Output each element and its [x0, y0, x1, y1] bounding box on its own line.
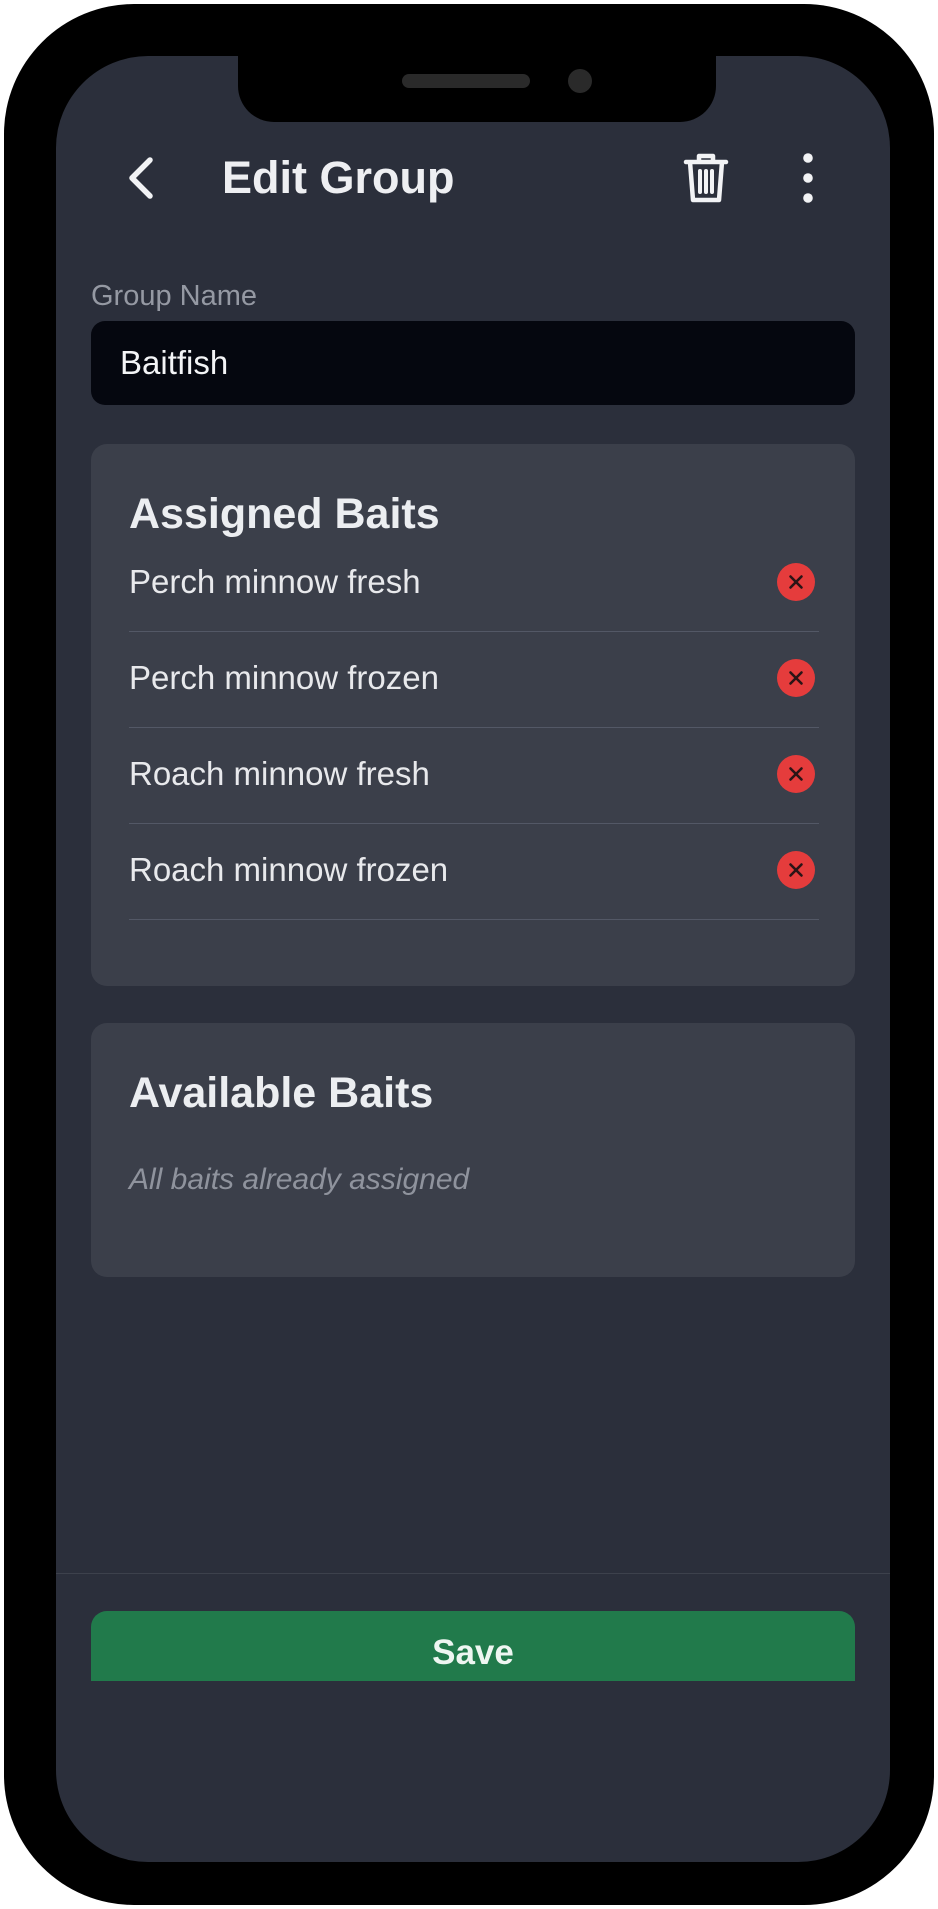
- group-name-input[interactable]: [91, 321, 855, 405]
- speaker-grille: [402, 74, 530, 88]
- available-baits-title: Available Baits: [129, 1069, 434, 1117]
- remove-bait-button[interactable]: [777, 659, 815, 697]
- bait-name: Roach minnow frozen: [129, 851, 449, 888]
- app-screen: Edit Group Group Name Baitfish Assigned …: [56, 56, 890, 1862]
- available-baits-card: Available Baits All baits already assign…: [91, 1023, 855, 1277]
- save-button[interactable]: Save: [91, 1611, 855, 1681]
- empty-state-text: All baits already assigned: [129, 1163, 470, 1196]
- save-button-label: Save: [432, 1633, 514, 1672]
- bait-name: Perch minnow frozen: [129, 659, 439, 696]
- assigned-bait-row: Roach minnow frozen: [129, 823, 819, 920]
- bait-name: Perch minnow fresh: [129, 563, 421, 600]
- bait-name: Roach minnow fresh: [129, 755, 430, 792]
- back-button[interactable]: [116, 146, 172, 210]
- assigned-bait-row: Perch minnow frozen: [129, 631, 819, 728]
- assigned-baits-card: Assigned Baits Perch minnow fresh Perch …: [91, 444, 855, 986]
- trash-icon: [683, 153, 729, 203]
- remove-bait-button[interactable]: [777, 851, 815, 889]
- more-options-button[interactable]: [786, 148, 830, 208]
- assigned-bait-row: Roach minnow fresh: [129, 727, 819, 824]
- close-circle-icon: [789, 575, 803, 589]
- device-notch: [238, 56, 716, 122]
- phone-frame: Edit Group Group Name Baitfish Assigned …: [4, 4, 934, 1905]
- front-camera: [568, 69, 592, 93]
- assigned-bait-row: Perch minnow fresh: [129, 535, 819, 632]
- more-vertical-icon: [803, 153, 813, 203]
- footer-divider: [56, 1573, 890, 1574]
- page-title: Edit Group: [222, 152, 455, 203]
- remove-bait-button[interactable]: [777, 755, 815, 793]
- close-circle-icon: [789, 863, 803, 877]
- close-circle-icon: [789, 767, 803, 781]
- close-circle-icon: [789, 671, 803, 685]
- remove-bait-button[interactable]: [777, 563, 815, 601]
- delete-group-button[interactable]: [676, 144, 736, 212]
- chevron-left-icon: [129, 157, 153, 199]
- assigned-baits-title: Assigned Baits: [129, 490, 440, 538]
- group-name-label: Group Name: [91, 280, 258, 312]
